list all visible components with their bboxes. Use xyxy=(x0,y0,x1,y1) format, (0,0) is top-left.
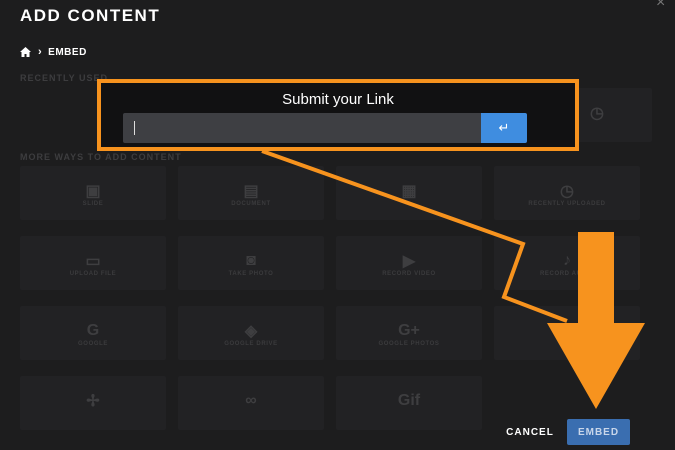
section-label-recent: RECENTLY USED xyxy=(20,73,109,83)
content-tile[interactable]: ▢ xyxy=(494,306,640,360)
tile-label: SLIDE xyxy=(82,200,104,207)
content-tile[interactable]: ◷ RECENTLY UPLOADED xyxy=(494,166,640,220)
folder-icon: ▢ xyxy=(559,322,575,340)
tile-label: TAKE PHOTO xyxy=(228,270,274,277)
document-icon: ▤ xyxy=(243,182,259,200)
video-icon: ▶ xyxy=(402,252,416,270)
enter-icon: ↵ xyxy=(498,120,510,136)
content-tile[interactable]: ▭ UPLOAD FILE xyxy=(20,236,166,290)
tile-label: DOCUMENT xyxy=(231,200,271,207)
tile-label: GOOGLE PHOTOS xyxy=(378,340,440,347)
breadcrumb-separator: › xyxy=(38,46,43,58)
home-icon[interactable] xyxy=(20,47,31,57)
submit-link-title: Submit your Link xyxy=(282,91,394,108)
content-tile[interactable]: ✢ xyxy=(20,376,166,430)
link-input[interactable] xyxy=(123,113,481,143)
tile-label: RECENTLY UPLOADED xyxy=(528,200,606,207)
content-tile[interactable]: ♪ RECORD AUDIO xyxy=(494,236,640,290)
link-icon: ∞ xyxy=(245,391,257,409)
camera-icon: ◙ xyxy=(246,251,256,269)
content-tile[interactable]: ▦ xyxy=(336,166,482,220)
slide-icon: ▣ xyxy=(85,182,101,200)
tile-label: RECORD AUDIO xyxy=(540,270,594,277)
content-tile[interactable]: ◈ GOOGLE DRIVE xyxy=(178,306,324,360)
breadcrumb-current: EMBED xyxy=(48,46,87,58)
breadcrumb: › EMBED xyxy=(20,45,87,59)
tile-label: RECORD VIDEO xyxy=(382,270,436,277)
content-tile[interactable]: ◙ TAKE PHOTO xyxy=(178,236,324,290)
content-tile[interactable]: ▤ DOCUMENT xyxy=(178,166,324,220)
content-tile[interactable]: G+ GOOGLE PHOTOS xyxy=(336,306,482,360)
content-tile[interactable]: ∞ xyxy=(178,376,324,430)
cancel-button[interactable]: CANCEL xyxy=(500,423,560,443)
pinwheel-icon: ✢ xyxy=(86,392,100,410)
history-icon: ◷ xyxy=(560,182,574,200)
content-tile[interactable]: ▶ RECORD VIDEO xyxy=(336,236,482,290)
clock-icon: ◷ xyxy=(590,104,604,122)
tile-label: UPLOAD FILE xyxy=(69,270,117,277)
content-tile[interactable]: ▣ SLIDE xyxy=(20,166,166,220)
add-content-dialog: ADD CONTENT × › EMBED RECENTLY USED MORE… xyxy=(0,0,675,450)
text-caret xyxy=(134,121,135,135)
google-icon: G xyxy=(86,321,100,339)
submit-link-panel: Submit your Link ↵ xyxy=(97,79,579,151)
microphone-icon: ♪ xyxy=(563,251,571,269)
embed-button[interactable]: EMBED xyxy=(567,419,630,445)
tile-label: GOOGLE DRIVE xyxy=(224,340,278,347)
google-drive-icon: ◈ xyxy=(244,322,258,340)
close-icon[interactable]: × xyxy=(656,0,665,12)
tile-label: GOOGLE xyxy=(78,340,108,347)
grid-icon: ▦ xyxy=(401,182,417,200)
content-tile[interactable]: Gif xyxy=(336,376,482,430)
submit-link-button[interactable]: ↵ xyxy=(481,113,527,143)
dialog-title: ADD CONTENT xyxy=(20,6,161,25)
section-label-more: MORE WAYS TO ADD CONTENT xyxy=(20,152,182,162)
laptop-icon: ▭ xyxy=(85,252,101,270)
google-plus-icon: G+ xyxy=(398,321,420,339)
giphy-icon: Gif xyxy=(397,391,421,409)
content-tile[interactable]: G GOOGLE xyxy=(20,306,166,360)
